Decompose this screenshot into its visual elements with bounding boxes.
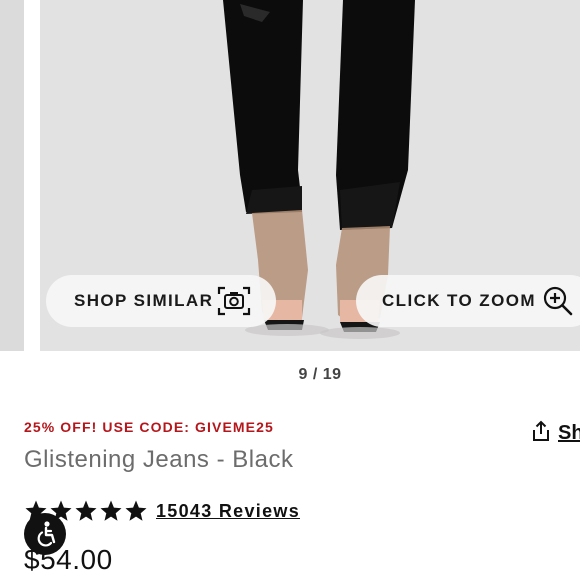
star-icon	[75, 500, 97, 521]
accessibility-button[interactable]	[24, 513, 66, 555]
shop-similar-label: SHOP SIMILAR	[74, 291, 214, 310]
star-icon	[125, 500, 147, 521]
reviews-link[interactable]: 15043 Reviews	[156, 501, 300, 522]
zoom-in-icon	[540, 284, 576, 318]
product-image-gallery[interactable]: SHOP SIMILAR CLICK TO ZOOM	[0, 0, 580, 351]
share-button[interactable]: Sh	[530, 420, 580, 447]
star-icon	[100, 500, 122, 521]
shop-similar-button[interactable]: SHOP SIMILAR	[46, 275, 276, 327]
share-icon	[530, 420, 552, 447]
image-counter: 9 / 19	[298, 366, 342, 383]
camera-icon	[216, 284, 252, 318]
click-to-zoom-button[interactable]: CLICK TO ZOOM	[356, 275, 580, 327]
accessibility-icon	[37, 521, 56, 547]
click-to-zoom-label: CLICK TO ZOOM	[382, 291, 536, 310]
gallery-divider	[24, 0, 40, 351]
product-title: Glistening Jeans - Black	[24, 446, 294, 473]
promo-text: 25% OFF! USE CODE: GIVEME25	[24, 419, 274, 435]
share-label: Sh	[558, 422, 580, 444]
previous-image-slice[interactable]	[0, 0, 24, 351]
